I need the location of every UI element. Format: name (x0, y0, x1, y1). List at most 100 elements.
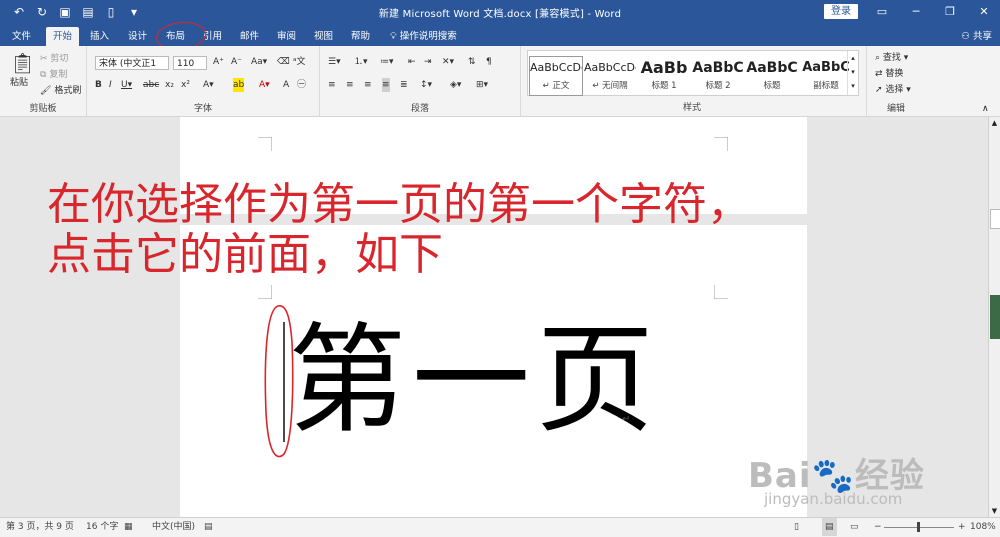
find-button[interactable]: ⌕ 查找 ▾ (875, 51, 908, 65)
word-count[interactable]: 16 个字 (86, 518, 118, 536)
italic-icon[interactable]: I (109, 78, 112, 92)
shading-icon[interactable]: ◈▾ (450, 78, 461, 92)
style-no-spacing[interactable]: AaBbCcDd ↵ 无间隔 (584, 57, 636, 95)
read-mode-icon[interactable]: ▯ (794, 518, 799, 536)
scroll-down-icon[interactable]: ▼ (990, 507, 999, 515)
multilevel-list-icon[interactable]: ≔▾ (380, 55, 394, 69)
increase-indent-icon[interactable]: ⇥ (424, 55, 432, 69)
vertical-scrollbar[interactable]: ▲ ▼ (988, 117, 1000, 517)
tab-home[interactable]: 开始 (46, 27, 80, 46)
font-size-dropdown[interactable]: 110 (173, 56, 207, 70)
replace-button[interactable]: ⇄ 替换 (875, 67, 903, 81)
change-case-icon[interactable]: Aa▾ (251, 55, 267, 69)
cursor-position-annotation (264, 305, 294, 458)
search-icon: ⌕ (875, 53, 881, 63)
share-button[interactable]: ⚇ 共享 (961, 27, 992, 46)
tell-me-search[interactable]: 💡︎ 操作说明搜索 (383, 27, 464, 46)
justify-icon[interactable]: ≡ (382, 78, 390, 92)
borders-icon[interactable]: ⊞▾ (476, 78, 488, 92)
clear-format-icon[interactable]: ⌫ (277, 55, 290, 69)
paste-button[interactable]: 粘贴 (10, 76, 28, 90)
title-bar: ↶ ↻ ▣ ▤ ▯ ▾ 新建 Microsoft Word 文档.docx [兼… (0, 0, 1000, 24)
sort-icon[interactable]: ⇅ (468, 55, 476, 69)
scissors-icon: ✂ (40, 54, 48, 64)
phonetic-guide-icon[interactable]: ᵃ文 (293, 55, 306, 69)
align-left-icon[interactable]: ≡ (328, 78, 336, 92)
tab-design[interactable]: 设计 (121, 27, 154, 46)
zoom-slider-thumb[interactable] (917, 522, 920, 532)
decrease-indent-icon[interactable]: ⇤ (408, 55, 416, 69)
paste-icon[interactable]: 📋︎ (10, 52, 35, 74)
language[interactable]: 中文(中国) (152, 518, 195, 536)
bold-icon[interactable]: B (95, 78, 102, 92)
highlight-icon[interactable]: ab (233, 78, 245, 92)
subscript-icon[interactable]: x₂ (165, 78, 174, 92)
superscript-icon[interactable]: x² (181, 78, 190, 92)
style-name: 标题 (763, 81, 781, 91)
char-shading-icon[interactable]: A (283, 78, 289, 92)
grow-font-icon[interactable]: A⁺ (213, 55, 224, 69)
tab-file[interactable]: 文件 (5, 27, 38, 46)
style-name: 标题 2 (705, 81, 731, 91)
style-heading-1[interactable]: AaBb 标题 1 (638, 57, 690, 95)
style-name: ↵ 正文 (542, 81, 570, 91)
chinese-layout-icon[interactable]: ✕▾ (442, 55, 454, 69)
page-count[interactable]: 第 3 页，共 9 页 (6, 518, 74, 536)
zoom-out-icon[interactable]: − (874, 518, 882, 536)
tab-help[interactable]: 帮助 (344, 27, 377, 46)
align-center-icon[interactable]: ≡ (346, 78, 354, 92)
strikethrough-icon[interactable]: abc (143, 78, 159, 92)
style-title[interactable]: AaBbC 标题 (746, 57, 798, 95)
status-bar: 第 3 页，共 9 页 16 个字 ▦ 中文(中国) ▤ ▯ ▤ ▭ − + 1… (0, 517, 1000, 537)
underline-icon[interactable]: U▾ (121, 78, 132, 92)
style-normal[interactable]: AaBbCcDd ↵ 正文 (529, 56, 583, 96)
style-heading-2[interactable]: AaBbC 标题 2 (692, 57, 744, 95)
format-painter-button[interactable]: 🖌︎ 格式刷 (40, 84, 81, 98)
style-subtitle[interactable]: AaBbC 副标题 (800, 57, 852, 95)
tab-mailings[interactable]: 邮件 (233, 27, 266, 46)
document-heading-text[interactable]: 第一页 (288, 320, 660, 440)
styles-group-label: 样式 (682, 103, 701, 113)
print-layout-icon[interactable]: ▤ (822, 518, 837, 536)
annotation-line-2: 点击它的前面，如下 (47, 229, 443, 280)
cut-button[interactable]: ✂ 剪切 (40, 52, 68, 66)
zoom-in-icon[interactable]: + (958, 518, 966, 536)
show-marks-icon[interactable]: ¶ (486, 55, 492, 69)
enclose-char-icon[interactable]: ㊀ (297, 78, 306, 92)
zoom-level[interactable]: 108% (970, 518, 996, 536)
select-button[interactable]: ➚ 选择 ▾ (875, 83, 911, 97)
tab-insert[interactable]: 插入 (83, 27, 116, 46)
ribbon-tabs: 文件 开始 插入 设计 布局 引用 邮件 审阅 视图 帮助 💡︎ 操作说明搜索 … (0, 24, 1000, 46)
copy-button[interactable]: ⧉ 复制 (40, 68, 67, 82)
align-right-icon[interactable]: ≡ (364, 78, 372, 92)
cursor-icon: ➚ (875, 85, 883, 95)
cut-label: 剪切 (50, 54, 69, 64)
web-layout-icon[interactable]: ▭ (850, 518, 859, 536)
tab-view[interactable]: 视图 (307, 27, 340, 46)
login-button[interactable]: 登录 (824, 4, 858, 19)
macro-icon[interactable]: ▤ (204, 518, 213, 536)
paragraph-mark: ↵ (622, 414, 631, 425)
minimize-icon[interactable]: ─ (906, 3, 926, 21)
scroll-up-icon[interactable]: ▲ (990, 119, 999, 127)
lightbulb-icon: 💡︎ (390, 31, 397, 42)
styles-scroll-icon[interactable]: ▴ ▾ ▾ (847, 51, 858, 95)
style-sample: AaBbCcDd (584, 61, 636, 74)
clipboard-group-label: 剪贴板 (29, 104, 57, 114)
collapse-ribbon-icon[interactable]: ∧ (982, 104, 989, 114)
distributed-icon[interactable]: ≣ (400, 78, 408, 92)
find-label: 查找 (882, 53, 901, 63)
tab-review[interactable]: 审阅 (270, 27, 303, 46)
shrink-font-icon[interactable]: A⁻ (231, 55, 242, 69)
scroll-thumb[interactable] (990, 209, 1000, 229)
text-effects-icon[interactable]: A▾ (203, 78, 214, 92)
restore-icon[interactable]: ❐ (940, 3, 960, 21)
numbering-icon[interactable]: ⒈▾ (354, 55, 368, 69)
line-spacing-icon[interactable]: ↕▾ (420, 78, 432, 92)
ribbon-display-icon[interactable]: ▭ (872, 3, 892, 21)
close-icon[interactable]: ✕ (974, 3, 994, 21)
bullets-icon[interactable]: ☰▾ (328, 55, 341, 69)
proofing-icon[interactable]: ▦ (124, 518, 133, 536)
font-name-dropdown[interactable]: 宋体 (中文正1 (95, 56, 169, 70)
font-color-icon[interactable]: A▾ (259, 78, 270, 92)
